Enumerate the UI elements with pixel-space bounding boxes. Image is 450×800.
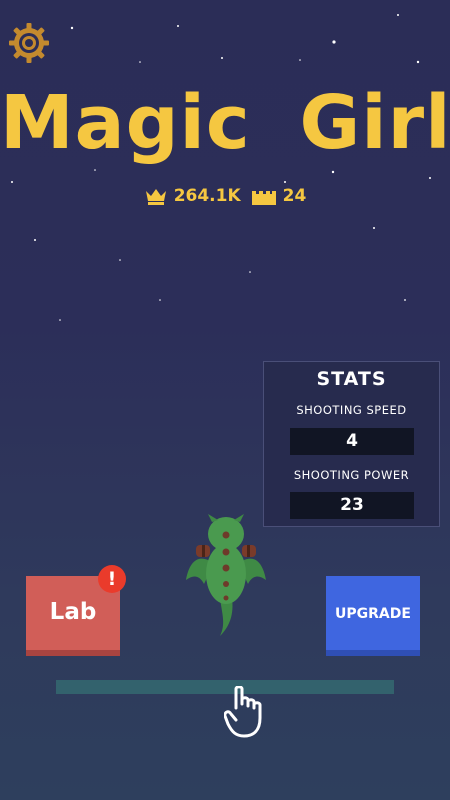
settings-gear-icon[interactable]: [8, 22, 50, 64]
shooting-speed-label: SHOOTING SPEED: [296, 403, 407, 417]
crown-icon: [145, 189, 166, 205]
game-title: Magic Girl: [0, 80, 450, 166]
castle-level: 24: [282, 186, 307, 206]
dragon-character: [186, 514, 266, 636]
castle-icon: [251, 191, 276, 205]
stats-heading: STATS: [316, 368, 387, 390]
lab-alert-badge: !: [98, 565, 126, 593]
upgrade-button[interactable]: UPGRADE: [326, 576, 420, 656]
crown-score: 264.1K: [173, 186, 241, 206]
castle-counter: 24: [251, 186, 307, 206]
crown-counter: 264.1K: [144, 186, 241, 206]
score-bar: 264.1K 24: [0, 186, 450, 206]
stats-panel: STATS SHOOTING SPEED 4 SHOOTING POWER 23: [263, 361, 440, 527]
shooting-power-label: SHOOTING POWER: [293, 468, 410, 482]
shooting-power-value: 23: [290, 492, 414, 519]
hand-pointer-icon: [224, 686, 262, 738]
shooting-speed-value: 4: [290, 428, 414, 455]
